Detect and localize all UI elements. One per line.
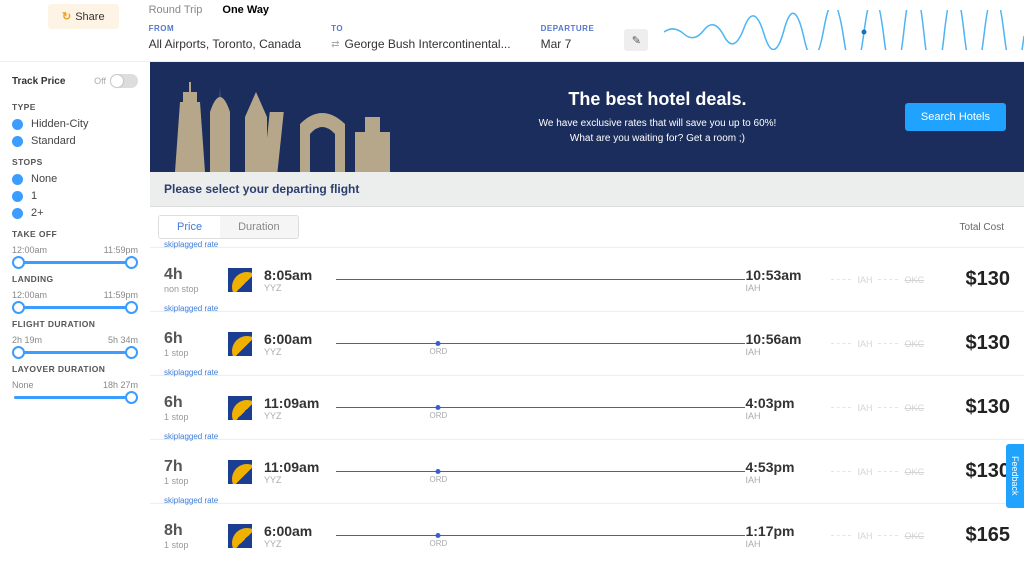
flight-row[interactable]: skiplagged rate4hnon stop 8:05amYYZ 10:5… <box>150 247 1024 311</box>
from-input[interactable]: All Airports, Toronto, Canada <box>149 37 302 51</box>
banner-line1: We have exclusive rates that will save y… <box>420 116 895 131</box>
results-panel: The best hotel deals. We have exclusive … <box>150 62 1024 567</box>
flight-price: $130 <box>930 396 1010 419</box>
track-price-label: Track Price <box>12 76 65 87</box>
flight-price: $130 <box>930 460 1010 483</box>
airline-logo <box>228 524 252 548</box>
flight-row[interactable]: skiplagged rate8h1 stop 6:00amYYZ ORD 1:… <box>150 503 1024 567</box>
flight-price: $130 <box>930 268 1010 291</box>
filter-stops-2plus[interactable]: 2+ <box>12 207 138 219</box>
airline-logo <box>228 268 252 292</box>
total-cost-label: Total Cost <box>960 222 1004 233</box>
swap-icon[interactable]: ⇄ <box>331 39 339 50</box>
filter-stops-head: STOPS <box>12 157 138 167</box>
results-heading: Please select your departing flight <box>150 172 1024 207</box>
airline-logo <box>228 332 252 356</box>
landing-slider[interactable] <box>14 306 136 309</box>
flight-row[interactable]: skiplagged rate6h1 stop 11:09amYYZ ORD 4… <box>150 375 1024 439</box>
flight-price: $165 <box>930 524 1010 547</box>
skyline-art <box>150 62 410 172</box>
sort-duration-tab[interactable]: Duration <box>220 216 298 238</box>
edit-search-button[interactable]: ✎ <box>624 29 648 51</box>
filters-sidebar: Track Price Off TYPE Hidden-City Standar… <box>0 62 150 567</box>
airline-logo <box>228 396 252 420</box>
flight-row[interactable]: skiplagged rate7h1 stop 11:09amYYZ ORD 4… <box>150 439 1024 503</box>
filter-standard[interactable]: Standard <box>12 135 138 147</box>
share-button[interactable]: Share <box>48 4 119 29</box>
feedback-button[interactable]: Feedback <box>1006 444 1024 508</box>
flight-row[interactable]: skiplagged rate6h1 stop 6:00amYYZ ORD 10… <box>150 311 1024 375</box>
search-hotels-button[interactable]: Search Hotels <box>905 103 1006 131</box>
filter-stops-1[interactable]: 1 <box>12 190 138 202</box>
layover-slider[interactable] <box>14 396 136 399</box>
track-price-toggle[interactable] <box>110 74 138 88</box>
search-header: Share Round Trip One Way FROM All Airpor… <box>0 0 1024 62</box>
sort-price-tab[interactable]: Price <box>159 216 220 238</box>
tab-one-way[interactable]: One Way <box>222 4 269 16</box>
departure-label: DEPARTURE <box>541 24 595 33</box>
airline-logo <box>228 460 252 484</box>
takeoff-slider[interactable] <box>14 261 136 264</box>
filter-type-head: TYPE <box>12 102 138 112</box>
flight-price: $130 <box>930 332 1010 355</box>
to-input[interactable]: ⇄George Bush Intercontinental... <box>331 37 511 51</box>
filter-hidden-city[interactable]: Hidden-City <box>12 118 138 130</box>
from-label: FROM <box>149 24 302 33</box>
duration-slider[interactable] <box>14 351 136 354</box>
price-sparkline <box>664 10 1024 50</box>
hotel-banner: The best hotel deals. We have exclusive … <box>150 62 1024 172</box>
to-label: TO <box>331 24 511 33</box>
filter-stops-none[interactable]: None <box>12 173 138 185</box>
tab-round-trip[interactable]: Round Trip <box>149 4 203 16</box>
banner-title: The best hotel deals. <box>420 89 895 110</box>
departure-input[interactable]: Mar 7 <box>541 37 595 51</box>
banner-line2: What are you waiting for? Get a room ;) <box>420 131 895 146</box>
